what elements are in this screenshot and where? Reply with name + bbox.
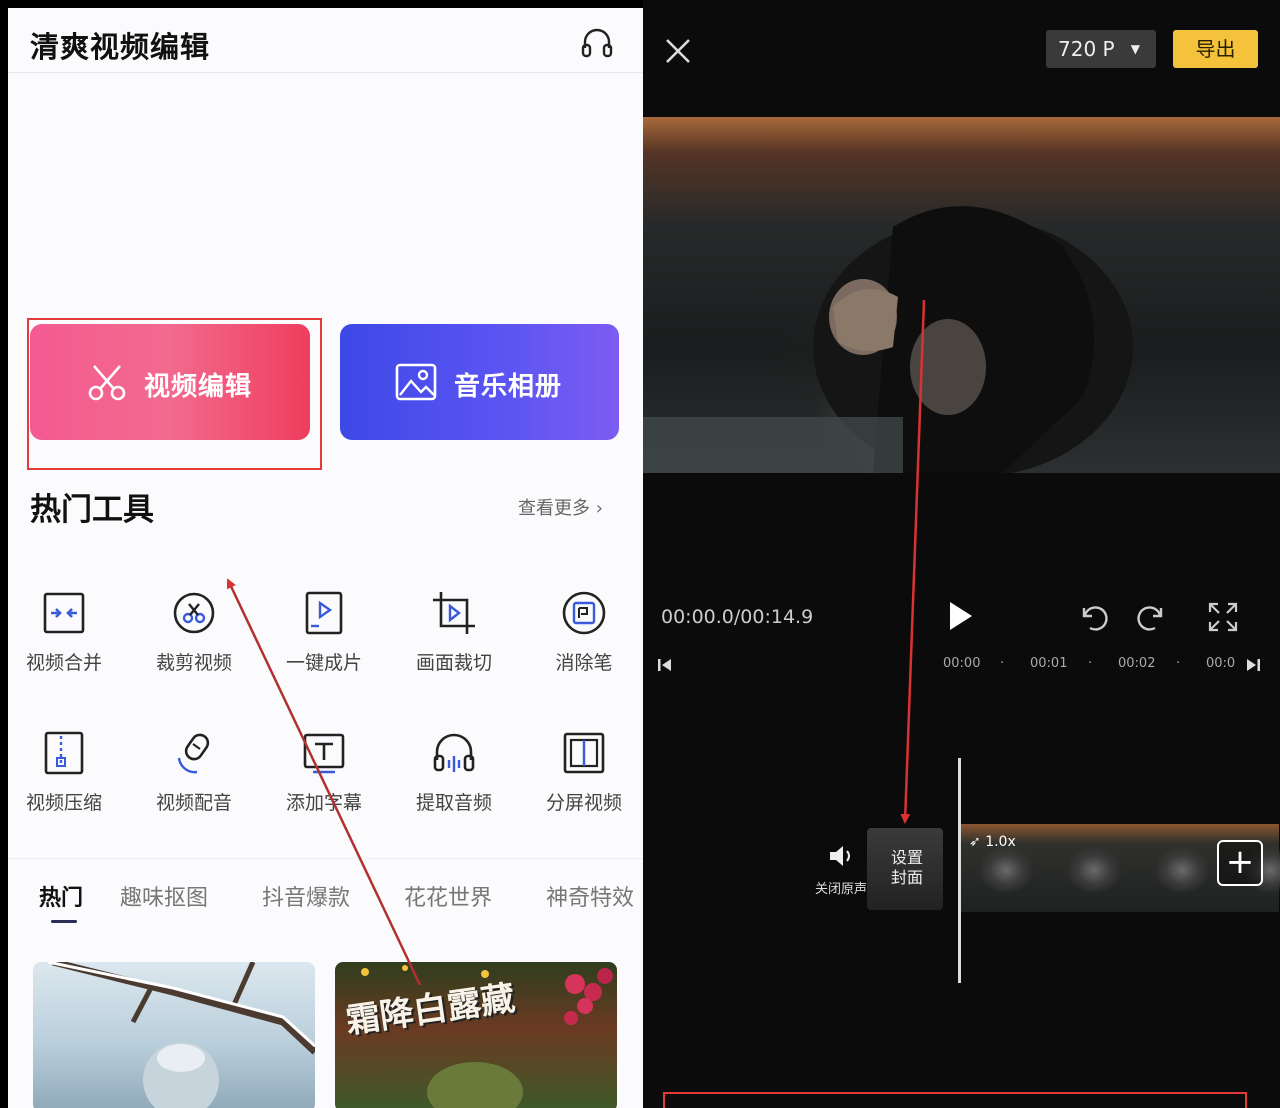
- tool-label: 视频合并: [25, 652, 102, 674]
- rocket-icon: ➶: [969, 834, 981, 850]
- cover-label-line2: 封面: [891, 868, 924, 887]
- add-clip-button[interactable]: +: [1217, 840, 1263, 886]
- clip-frame: [1049, 824, 1137, 912]
- tool-video-merge[interactable]: 视频合并: [8, 588, 124, 675]
- tool-split-screen[interactable]: 分屏视频: [524, 728, 643, 815]
- clip-speed-label: 1.0x: [985, 834, 1016, 850]
- timeline-dot: ·: [1000, 656, 1005, 671]
- header-divider: [8, 72, 643, 73]
- fullscreen-icon[interactable]: [1206, 600, 1240, 634]
- tool-crop-video[interactable]: 裁剪视频: [134, 588, 254, 675]
- play-icon[interactable]: [946, 600, 974, 632]
- template-thumb-frost[interactable]: 霜降白露藏: [335, 962, 617, 1108]
- tool-add-subtitle[interactable]: 添加字幕: [264, 728, 384, 815]
- tool-frame-crop[interactable]: 画面裁切: [394, 588, 514, 675]
- text-icon: [299, 728, 349, 778]
- timeline-dot: ·: [1176, 656, 1181, 671]
- tool-label: 一键成片: [285, 652, 362, 674]
- video-edit-highlight-box: [27, 318, 322, 470]
- tabs-divider: [8, 858, 643, 859]
- timeline-playhead[interactable]: [958, 758, 961, 983]
- timeline-tick: 00:00: [943, 656, 981, 671]
- headphones-icon[interactable]: [578, 24, 616, 62]
- timeline-tick: 00:0: [1206, 656, 1236, 671]
- resolution-selector[interactable]: 720 P ▼: [1046, 30, 1156, 68]
- set-cover-button[interactable]: 设置 封面: [867, 828, 943, 910]
- clip-frame: [1137, 824, 1225, 912]
- tool-video-compress[interactable]: 视频压缩: [8, 728, 124, 815]
- video-play-icon: [299, 588, 349, 638]
- view-more-link[interactable]: 查看更多 ›: [518, 494, 603, 520]
- eraser-icon: [559, 588, 609, 638]
- timeline-tick: 00:02: [1118, 656, 1156, 671]
- view-more-label: 查看更多: [518, 498, 590, 519]
- headphones-icon: [429, 728, 479, 778]
- skip-start-icon[interactable]: [657, 657, 673, 676]
- video-preview[interactable]: [643, 117, 1280, 477]
- tool-video-dub[interactable]: 视频配音: [134, 728, 254, 815]
- clip-speed-badge: ➶ 1.0x: [969, 834, 1016, 850]
- app-title: 清爽视频编辑: [30, 30, 211, 64]
- snow-tree-illustration: [47, 962, 315, 1108]
- timeline-tick: 00:01: [1030, 656, 1068, 671]
- close-icon[interactable]: [663, 36, 693, 66]
- image-icon: [395, 363, 437, 401]
- tool-label: 添加字幕: [285, 792, 362, 814]
- caret-down-icon: ▼: [1130, 42, 1140, 56]
- timeline-dot: ·: [1088, 656, 1093, 671]
- tool-label: 消除笔: [555, 652, 613, 674]
- tool-label: 视频压缩: [25, 792, 102, 814]
- split-screen-icon: [559, 728, 609, 778]
- tool-eraser[interactable]: 消除笔: [524, 588, 643, 675]
- tool-one-click-video[interactable]: 一键成片: [264, 588, 384, 675]
- tab-magic-effects[interactable]: 神奇特效: [546, 880, 634, 912]
- tool-label: 提取音频: [415, 792, 492, 814]
- skip-end-icon[interactable]: [1245, 657, 1261, 676]
- tool-label: 视频配音: [155, 792, 232, 814]
- app-home-screen: 清爽视频编辑 视频编辑 音乐相册 热门工具 查看更多 › 视频合并 裁剪视频 一…: [8, 8, 643, 1108]
- music-album-label: 音乐相册: [454, 372, 563, 402]
- tool-label: 分屏视频: [545, 792, 622, 814]
- template-thumb-snow[interactable]: [33, 962, 315, 1108]
- chevron-right-icon: ›: [590, 498, 603, 519]
- redo-icon[interactable]: [1135, 600, 1169, 634]
- time-display: 00:00.0/00:14.9: [661, 606, 814, 628]
- hot-tools-title: 热门工具: [30, 492, 154, 528]
- tool-label: 画面裁切: [415, 652, 492, 674]
- tab-fun-cutout[interactable]: 趣味抠图: [120, 880, 208, 912]
- video-frame-illustration: [643, 206, 1133, 477]
- frame-crop-icon: [429, 588, 479, 638]
- merge-icon: [39, 588, 89, 638]
- bottom-highlight-box: [663, 1092, 1247, 1108]
- tab-douyin-hits[interactable]: 抖音爆款: [262, 880, 350, 912]
- resolution-value: 720 P: [1058, 37, 1115, 61]
- active-tab-indicator: [51, 920, 77, 923]
- compress-icon: [39, 728, 89, 778]
- video-editor-screen: 720 P ▼ 导出 00:00.0/00:14.9 00:00 · 00:01 …: [643, 0, 1280, 1108]
- dub-icon: [169, 728, 219, 778]
- tool-label: 裁剪视频: [155, 652, 232, 674]
- tab-hot[interactable]: 热门: [39, 880, 83, 912]
- export-button[interactable]: 导出: [1173, 30, 1258, 68]
- tab-flower-world[interactable]: 花花世界: [404, 880, 492, 912]
- tool-extract-audio[interactable]: 提取音频: [394, 728, 514, 815]
- crop-scissors-icon: [169, 588, 219, 638]
- undo-icon[interactable]: [1076, 600, 1110, 634]
- cover-label-line1: 设置: [891, 848, 924, 867]
- music-album-card[interactable]: 音乐相册: [340, 324, 619, 440]
